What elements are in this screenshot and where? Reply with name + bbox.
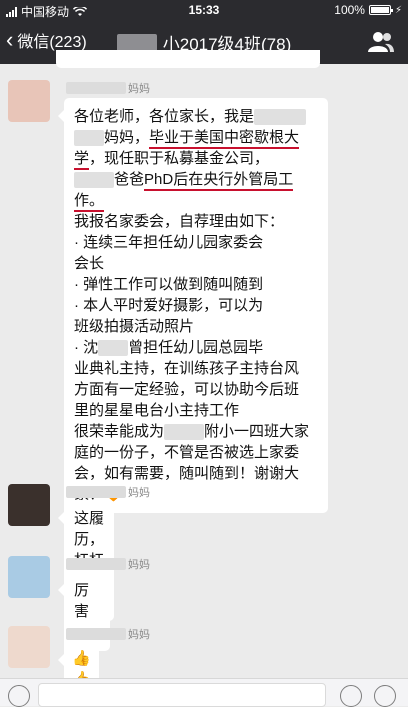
message-line: 各位老师，各位家长，我是 — [74, 106, 318, 127]
message-text: · 连续三年担任幼儿园家委会 — [74, 234, 264, 251]
sender-name: 妈妈 — [66, 626, 150, 642]
sender-name: 妈妈 — [66, 484, 150, 500]
redacted-name — [74, 172, 114, 189]
message-line: 爸爸PhD后在央行外管局工作。 — [74, 169, 318, 212]
message-text: 业典礼主持，在训练孩子主持台风 — [74, 360, 300, 377]
redacted-name — [164, 424, 205, 441]
message-text: · 沈 — [74, 339, 99, 356]
message-line: 方面有一定经验，可以协助今后班 — [74, 379, 318, 400]
message-text: 我报名家委会，自荐理由如下： — [74, 213, 285, 230]
message-line: 很荣幸能成为 附小一四班大家 — [74, 421, 318, 442]
message-line: · 弹性工作可以做到随叫随到 — [74, 274, 318, 295]
previous-message-bubble — [56, 50, 320, 68]
sender-name: 妈妈 — [66, 556, 150, 572]
group-members-icon[interactable] — [368, 31, 394, 53]
avatar[interactable] — [8, 626, 50, 668]
underlined-text: 毕业于美国中密歇根大 — [149, 129, 300, 149]
message-text: ，现任职于私募基金公司， — [89, 150, 270, 167]
message-text: · 本人平时爱好摄影，可以为 — [74, 297, 264, 314]
chat-messages[interactable]: 妈妈 各位老师，各位家长，我是 妈妈，毕业于美国中密歇根大 学，现任职于私募基金公司… — [0, 50, 408, 696]
message-line: 里的星星电台小主持工作 — [74, 400, 318, 421]
status-bar: 中国移动 15:33 100% ⚡ — [0, 0, 408, 20]
message-line: · 连续三年担任幼儿园家委会 — [74, 232, 318, 253]
message-line: · 本人平时爱好摄影，可以为 — [74, 295, 318, 316]
message-text: 很荣幸能成为 — [74, 423, 165, 440]
message-text: 里的星星电台小主持工作 — [74, 402, 240, 419]
message-input[interactable] — [38, 683, 326, 707]
message-line: 会长 — [74, 253, 318, 274]
redacted-name — [254, 109, 307, 126]
message-bubble[interactable]: 各位老师，各位家长，我是 妈妈，毕业于美国中密歇根大 学，现任职于私募基金公司， 爸爸… — [58, 98, 328, 513]
redacted-school-name — [116, 33, 157, 52]
message-line: 会，如有需要，随叫随到！谢谢大 — [74, 463, 318, 484]
message-text: 各位老师，各位家长，我是 — [74, 108, 255, 125]
input-bar — [0, 678, 408, 707]
battery-icon — [368, 5, 393, 15]
redacted-name — [74, 130, 104, 147]
voice-icon[interactable] — [8, 685, 30, 707]
redacted-name — [98, 340, 129, 357]
avatar[interactable] — [8, 556, 50, 598]
message-text: 方面有一定经验，可以协助今后班 — [74, 381, 300, 398]
message-line: 学，现任职于私募基金公司， — [74, 148, 318, 170]
message-text: 会，如有需要，随叫随到！谢谢大 — [74, 465, 300, 482]
message-line: 妈妈，毕业于美国中密歇根大 — [74, 127, 318, 149]
message-text: 会长 — [74, 255, 105, 272]
message-line: 我报名家委会，自荐理由如下： — [74, 211, 318, 232]
message-text: 庭的一份子，不管是否被选上家委 — [74, 444, 300, 461]
message-line: 庭的一份子，不管是否被选上家委 — [74, 442, 318, 463]
battery-percent: 100% — [334, 3, 365, 17]
charging-icon: ⚡ — [394, 4, 402, 16]
message-line: · 沈 曾担任幼儿园总园毕 — [74, 337, 318, 358]
avatar[interactable] — [8, 484, 50, 526]
avatar[interactable] — [8, 80, 50, 122]
emoji-icon[interactable] — [340, 685, 362, 707]
plus-icon[interactable] — [374, 685, 396, 707]
message-text: 附小一四班大家 — [204, 423, 310, 440]
message-text: 爸爸 — [114, 171, 145, 188]
underlined-text: 学 — [74, 150, 90, 170]
message-text: 妈妈， — [104, 129, 150, 146]
message-line: 班级拍摄活动照片 — [74, 316, 318, 337]
message-text: 班级拍摄活动照片 — [74, 318, 195, 335]
message-line: 业典礼主持，在训练孩子主持台风 — [74, 358, 318, 379]
message-text: · 弹性工作可以做到随叫随到 — [74, 276, 264, 293]
sender-name: 妈妈 — [66, 80, 150, 96]
message-text: 曾担任幼儿园总园毕 — [128, 339, 264, 356]
